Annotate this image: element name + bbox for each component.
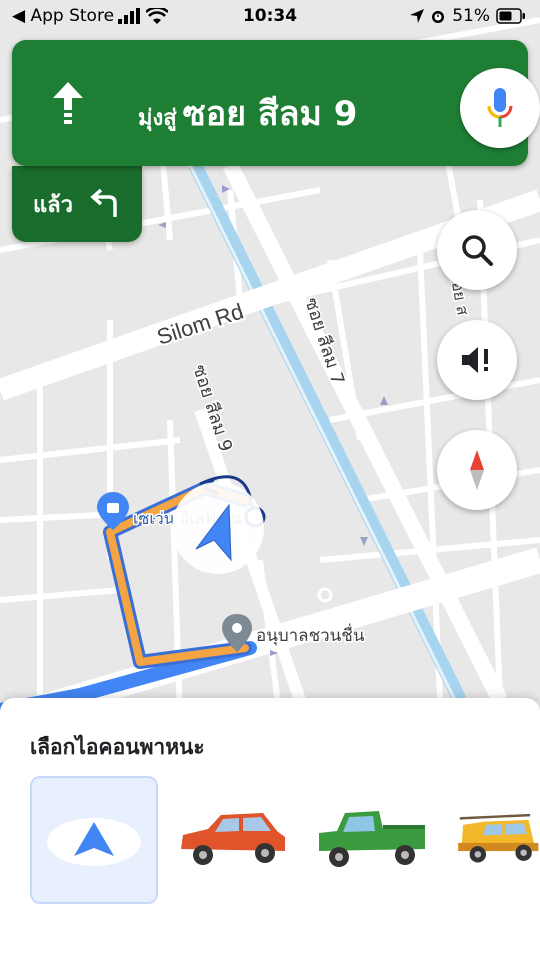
status-bar: ◀ App Store 10:34 51% [0,0,540,32]
straight-arrow-icon [53,82,83,124]
navigation-instruction-card[interactable]: มุ่งสู่ ซอย สีลม 9 [12,40,540,166]
wifi-icon [146,8,169,24]
vehicle-option-arrow[interactable] [30,776,158,904]
mic-icon [487,88,513,127]
search-icon [462,235,493,266]
back-to-app-link[interactable]: ◀ App Store [12,6,114,26]
compass-icon [470,450,484,490]
search-button[interactable] [437,210,517,290]
compass-button[interactable] [437,430,517,510]
current-location-arrow-icon [172,482,264,574]
map-label-kindergarten[interactable]: อนุบาลชวนชื่น [255,622,367,648]
nav-prefix: มุ่งสู่ [138,106,177,131]
battery-percent: 51% [452,6,490,26]
nav-street-name: ซอย สีลม 9 [182,94,358,134]
signal-icon [118,8,141,24]
voice-search-button[interactable] [460,68,540,148]
vehicle-option-sedan[interactable] [170,776,294,900]
sheet-title: เลือกไอคอนพาหนะ [30,735,205,759]
then-label: แล้ว [32,192,73,218]
alarm-icon [432,11,445,23]
location-arrow-icon [410,9,425,23]
sound-alert-icon [462,347,488,373]
battery-icon [496,8,525,24]
green-pickup-icon [319,811,425,867]
vehicle-icon-sheet: เลือกไอคอนพาหนะ [0,698,540,961]
vehicle-icon-list[interactable] [0,776,540,906]
vehicle-option-pickup[interactable] [310,776,434,900]
vehicle-option-suv[interactable] [450,776,540,900]
navigation-arrow-icon [47,818,141,866]
yellow-suv-icon [458,813,539,863]
red-car-icon [181,813,285,865]
turn-left-icon [90,189,117,217]
next-turn-card[interactable]: แล้ว [12,166,142,242]
sound-button[interactable] [437,320,517,400]
